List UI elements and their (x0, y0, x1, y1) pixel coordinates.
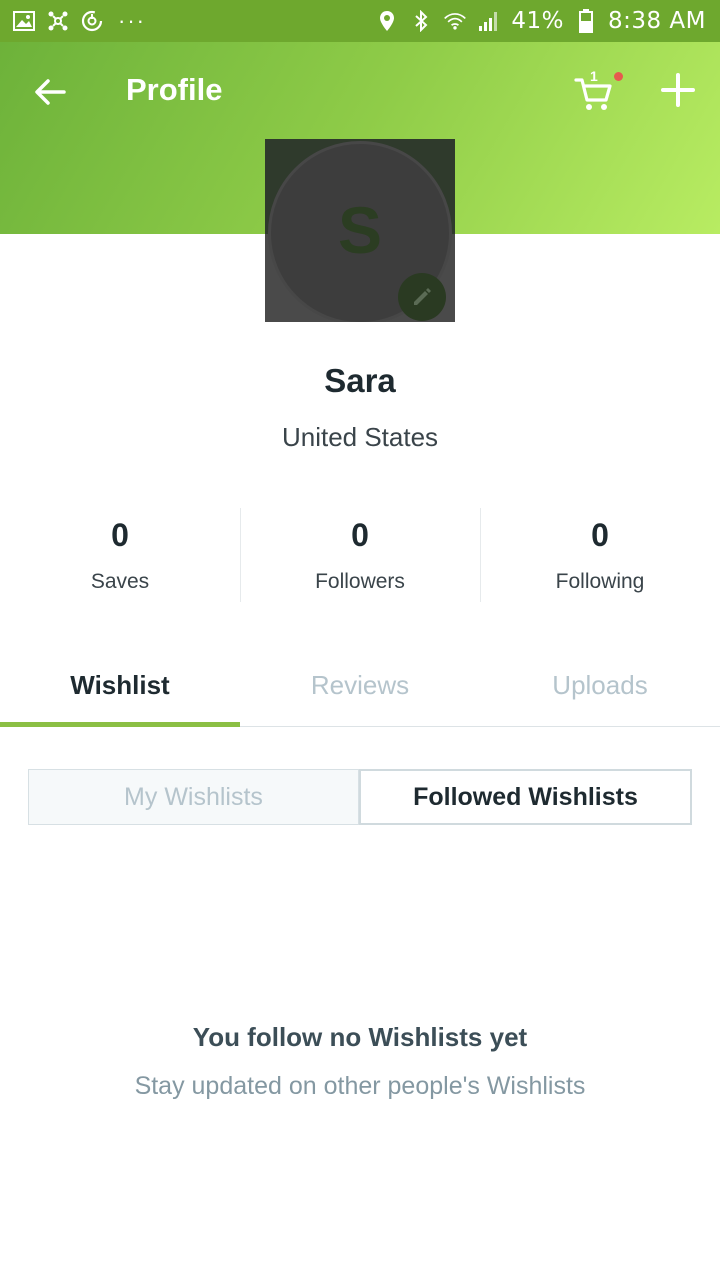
notification-dot (614, 72, 623, 81)
avatar-initial: S (337, 193, 383, 267)
profile-stats: 0 Saves 0 Followers 0 Following (0, 508, 720, 602)
network-icon (46, 9, 70, 33)
stat-label: Following (555, 570, 645, 593)
more-notifications-icon: ··· (118, 8, 146, 33)
clock: 8:38 AM (607, 8, 706, 34)
location-icon (375, 9, 399, 33)
cart-button[interactable]: 1 (574, 68, 626, 116)
status-left: ··· (12, 8, 146, 34)
edit-avatar-button[interactable] (398, 273, 446, 321)
stat-following[interactable]: 0 Following (480, 508, 720, 602)
plus-icon (661, 73, 695, 107)
stat-followers[interactable]: 0 Followers (240, 508, 480, 602)
page-title: Profile (126, 72, 223, 107)
battery-icon (574, 9, 598, 33)
pencil-icon (414, 288, 431, 305)
stat-saves[interactable]: 0 Saves (0, 508, 240, 602)
add-button[interactable] (656, 68, 700, 112)
empty-state-title: You follow no Wishlists yet (192, 1022, 528, 1052)
image-icon (12, 9, 36, 33)
arrow-left-icon (35, 79, 66, 105)
bluetooth-icon (409, 9, 433, 33)
profile-tabs: Wishlist Reviews Uploads (0, 650, 720, 727)
tab-wishlist[interactable]: Wishlist (0, 650, 240, 727)
signal-icon (477, 9, 501, 33)
back-button[interactable] (28, 70, 72, 114)
stat-value: 0 (351, 517, 369, 553)
avatar[interactable]: S (265, 139, 455, 322)
followed-wishlists-button[interactable]: Followed Wishlists (359, 769, 692, 825)
status-bar: ··· 41% 8:38 AM (0, 0, 720, 42)
empty-state-subtitle: Stay updated on other people's Wishlists (134, 1072, 586, 1100)
cart-badge-count: 1 (590, 68, 598, 84)
status-right: 41% 8:38 AM (375, 8, 706, 34)
stat-value: 0 (591, 517, 609, 553)
stat-label: Followers (315, 570, 405, 593)
profile-location: United States (281, 422, 439, 452)
battery-percent: 41% (511, 8, 564, 34)
wishlist-toggle: My Wishlists Followed Wishlists (28, 769, 692, 825)
tab-reviews[interactable]: Reviews (240, 650, 480, 726)
my-wishlists-button[interactable]: My Wishlists (28, 769, 359, 825)
profile-name: Sara (324, 362, 396, 399)
tab-uploads[interactable]: Uploads (480, 650, 720, 726)
wifi-icon (443, 9, 467, 33)
sync-icon (80, 9, 104, 33)
stat-label: Saves (90, 570, 150, 593)
stat-value: 0 (111, 517, 129, 553)
